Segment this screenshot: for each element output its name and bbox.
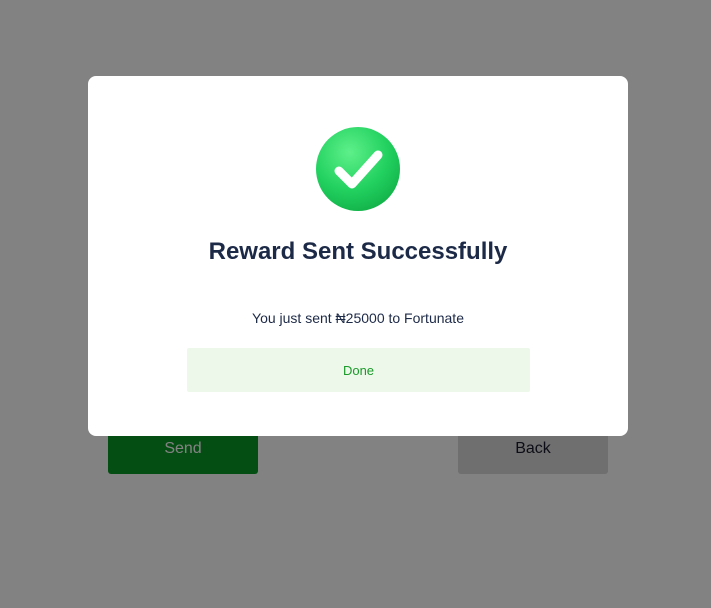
check-circle-icon — [316, 127, 400, 211]
success-dialog: Reward Sent Successfully You just sent ₦… — [88, 76, 628, 436]
dialog-message: You just sent ₦25000 to Fortunate — [252, 310, 464, 326]
done-button[interactable]: Done — [187, 348, 530, 392]
dialog-title: Reward Sent Successfully — [208, 238, 508, 265]
